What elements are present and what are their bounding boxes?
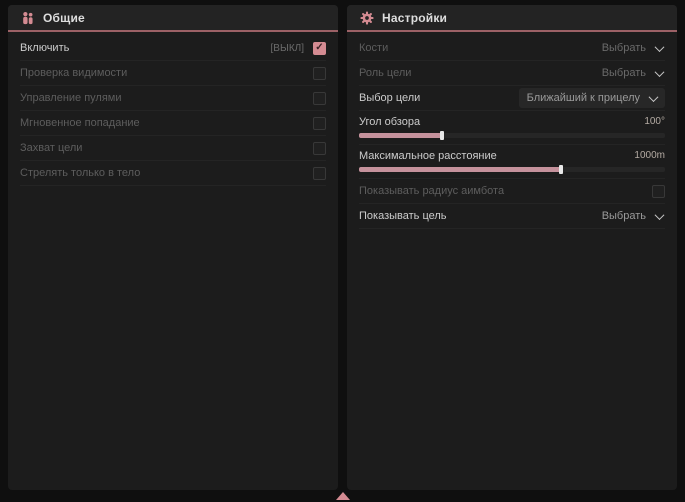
row-label: Показывать радиус аимбота bbox=[359, 185, 504, 197]
row-label: Выбор цели bbox=[359, 92, 420, 104]
row-label: Угол обзора bbox=[359, 116, 420, 128]
checkbox-row: Показывать радиус аимбота bbox=[359, 179, 665, 204]
slider[interactable] bbox=[359, 133, 665, 138]
slider[interactable] bbox=[359, 167, 665, 172]
gear-icon bbox=[360, 11, 374, 25]
slider-fill bbox=[359, 133, 442, 138]
row-controls bbox=[652, 185, 665, 198]
slider-fill bbox=[359, 167, 561, 172]
row-controls: Выбрать bbox=[600, 207, 665, 225]
row-label: Проверка видимости bbox=[20, 67, 127, 79]
checkbox-row: Включить [ВЫКЛ] ✓ bbox=[20, 36, 326, 61]
chevron-down-icon bbox=[655, 210, 665, 220]
select-value: Ближайший к прицелу bbox=[527, 92, 640, 104]
checkbox-row: Мгновенное попадание bbox=[20, 111, 326, 136]
checkbox[interactable] bbox=[313, 117, 326, 130]
slider-row: Угол обзора 100° bbox=[359, 111, 665, 145]
row-label: Роль цели bbox=[359, 67, 411, 79]
slider-header: Угол обзора 100° bbox=[359, 114, 665, 129]
scroll-up-icon[interactable] bbox=[336, 492, 350, 500]
row-controls bbox=[313, 92, 326, 105]
row-label: Мгновенное попадание bbox=[20, 117, 140, 129]
users-icon bbox=[21, 11, 35, 25]
row-controls: Выбрать bbox=[600, 64, 665, 82]
panel-settings: Настройки Кости Выбрать Роль цели Выбрать Вы… bbox=[347, 5, 677, 490]
checkbox[interactable] bbox=[313, 92, 326, 105]
select-control[interactable]: Выбрать bbox=[600, 39, 665, 57]
row-controls bbox=[313, 142, 326, 155]
checkbox[interactable] bbox=[313, 67, 326, 80]
slider-row: Максимальное расстояние 1000m bbox=[359, 145, 665, 179]
select-value: Выбрать bbox=[602, 42, 646, 54]
select-row: Роль цели Выбрать bbox=[359, 61, 665, 86]
select-row: Показывать цель Выбрать bbox=[359, 204, 665, 229]
panel-general: Общие Включить [ВЫКЛ] ✓ Проверка видимости У… bbox=[8, 5, 338, 490]
row-controls: Выбрать bbox=[600, 39, 665, 57]
select-control[interactable]: Выбрать bbox=[600, 207, 665, 225]
select-value: Выбрать bbox=[602, 67, 646, 79]
panel-general-header: Общие bbox=[8, 5, 338, 32]
row-controls bbox=[313, 117, 326, 130]
chevron-down-icon bbox=[649, 92, 659, 102]
select-control[interactable]: Ближайший к прицелу bbox=[519, 88, 665, 108]
select-value: Выбрать bbox=[602, 210, 646, 222]
chevron-down-icon bbox=[655, 42, 665, 52]
row-controls bbox=[313, 67, 326, 80]
checkbox[interactable] bbox=[313, 167, 326, 180]
row-controls: Ближайший к прицелу bbox=[519, 88, 665, 108]
checkbox[interactable] bbox=[652, 185, 665, 198]
checkbox-row: Управление пулями bbox=[20, 86, 326, 111]
checkbox[interactable]: ✓ bbox=[313, 42, 326, 55]
slider-thumb[interactable] bbox=[440, 131, 444, 140]
slider-thumb[interactable] bbox=[559, 165, 563, 174]
row-label: Показывать цель bbox=[359, 210, 447, 222]
panel-title: Настройки bbox=[382, 11, 447, 25]
checkbox-row: Проверка видимости bbox=[20, 61, 326, 86]
select-row: Кости Выбрать bbox=[359, 36, 665, 61]
select-control[interactable]: Выбрать bbox=[600, 64, 665, 82]
slider-value: 1000m bbox=[634, 150, 665, 161]
chevron-down-icon bbox=[655, 67, 665, 77]
slider-header: Максимальное расстояние 1000m bbox=[359, 148, 665, 163]
row-controls bbox=[313, 167, 326, 180]
row-label: Включить bbox=[20, 42, 69, 54]
row-label: Кости bbox=[359, 42, 388, 54]
row-label: Стрелять только в тело bbox=[20, 167, 140, 179]
checkbox-row: Захват цели bbox=[20, 136, 326, 161]
checkbox-row: Стрелять только в тело bbox=[20, 161, 326, 186]
keybind-label: [ВЫКЛ] bbox=[271, 43, 304, 54]
checkbox[interactable] bbox=[313, 142, 326, 155]
select-row: Выбор цели Ближайший к прицелу bbox=[359, 86, 665, 111]
general-rows: Включить [ВЫКЛ] ✓ Проверка видимости Управле… bbox=[8, 32, 338, 186]
row-label: Максимальное расстояние bbox=[359, 150, 497, 162]
row-label: Управление пулями bbox=[20, 92, 122, 104]
row-controls: [ВЫКЛ] ✓ bbox=[271, 42, 326, 55]
panel-title: Общие bbox=[43, 11, 85, 25]
slider-value: 100° bbox=[644, 116, 665, 127]
settings-rows: Кости Выбрать Роль цели Выбрать Выбор цели Бл… bbox=[347, 32, 677, 229]
panel-settings-header: Настройки bbox=[347, 5, 677, 32]
row-label: Захват цели bbox=[20, 142, 82, 154]
